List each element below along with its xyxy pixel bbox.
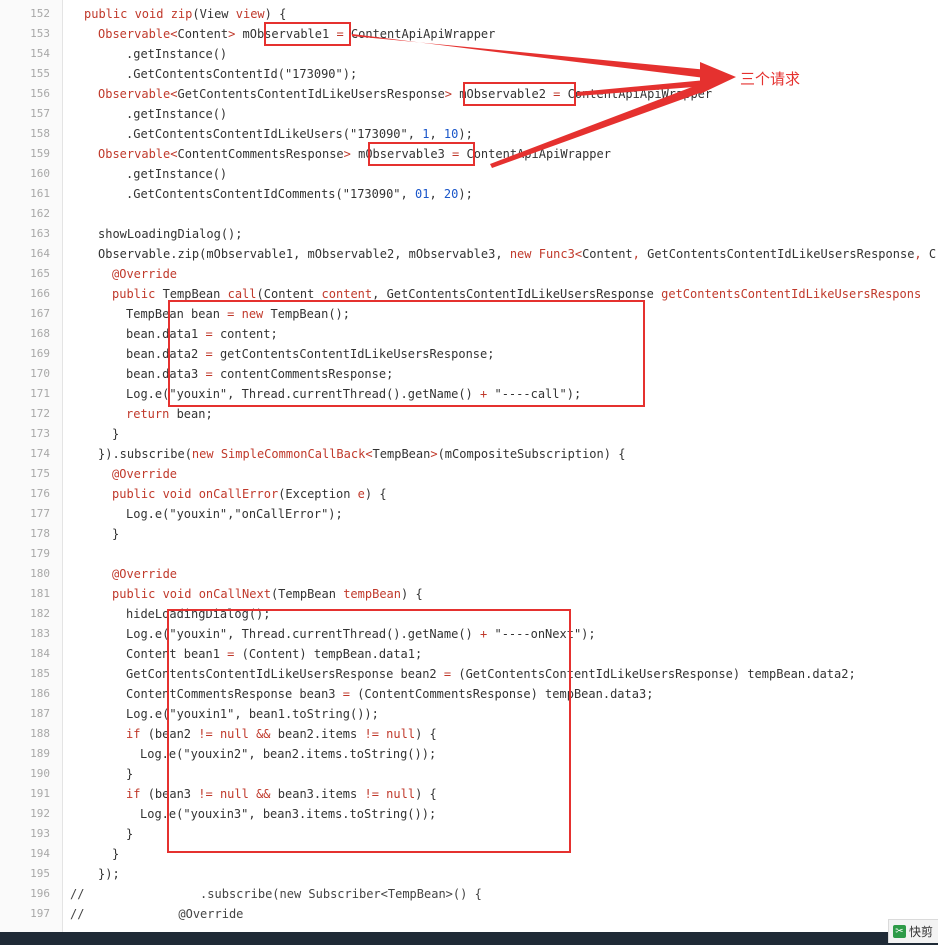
taskbar-strip (0, 932, 938, 945)
annotation-arrows (352, 34, 736, 168)
code-editor[interactable]: 152 public void zip(View view) {153 Observ… (0, 0, 938, 945)
quick-cut-label: 快剪 (909, 925, 934, 939)
arrow-1 (352, 34, 708, 78)
quick-cut-button[interactable]: ✂ 快剪 (888, 919, 938, 943)
scissors-icon: ✂ (893, 925, 906, 938)
arrow-3 (490, 82, 708, 168)
arrowhead-icon (700, 62, 736, 94)
callout-label: 三个请求 (740, 70, 801, 88)
